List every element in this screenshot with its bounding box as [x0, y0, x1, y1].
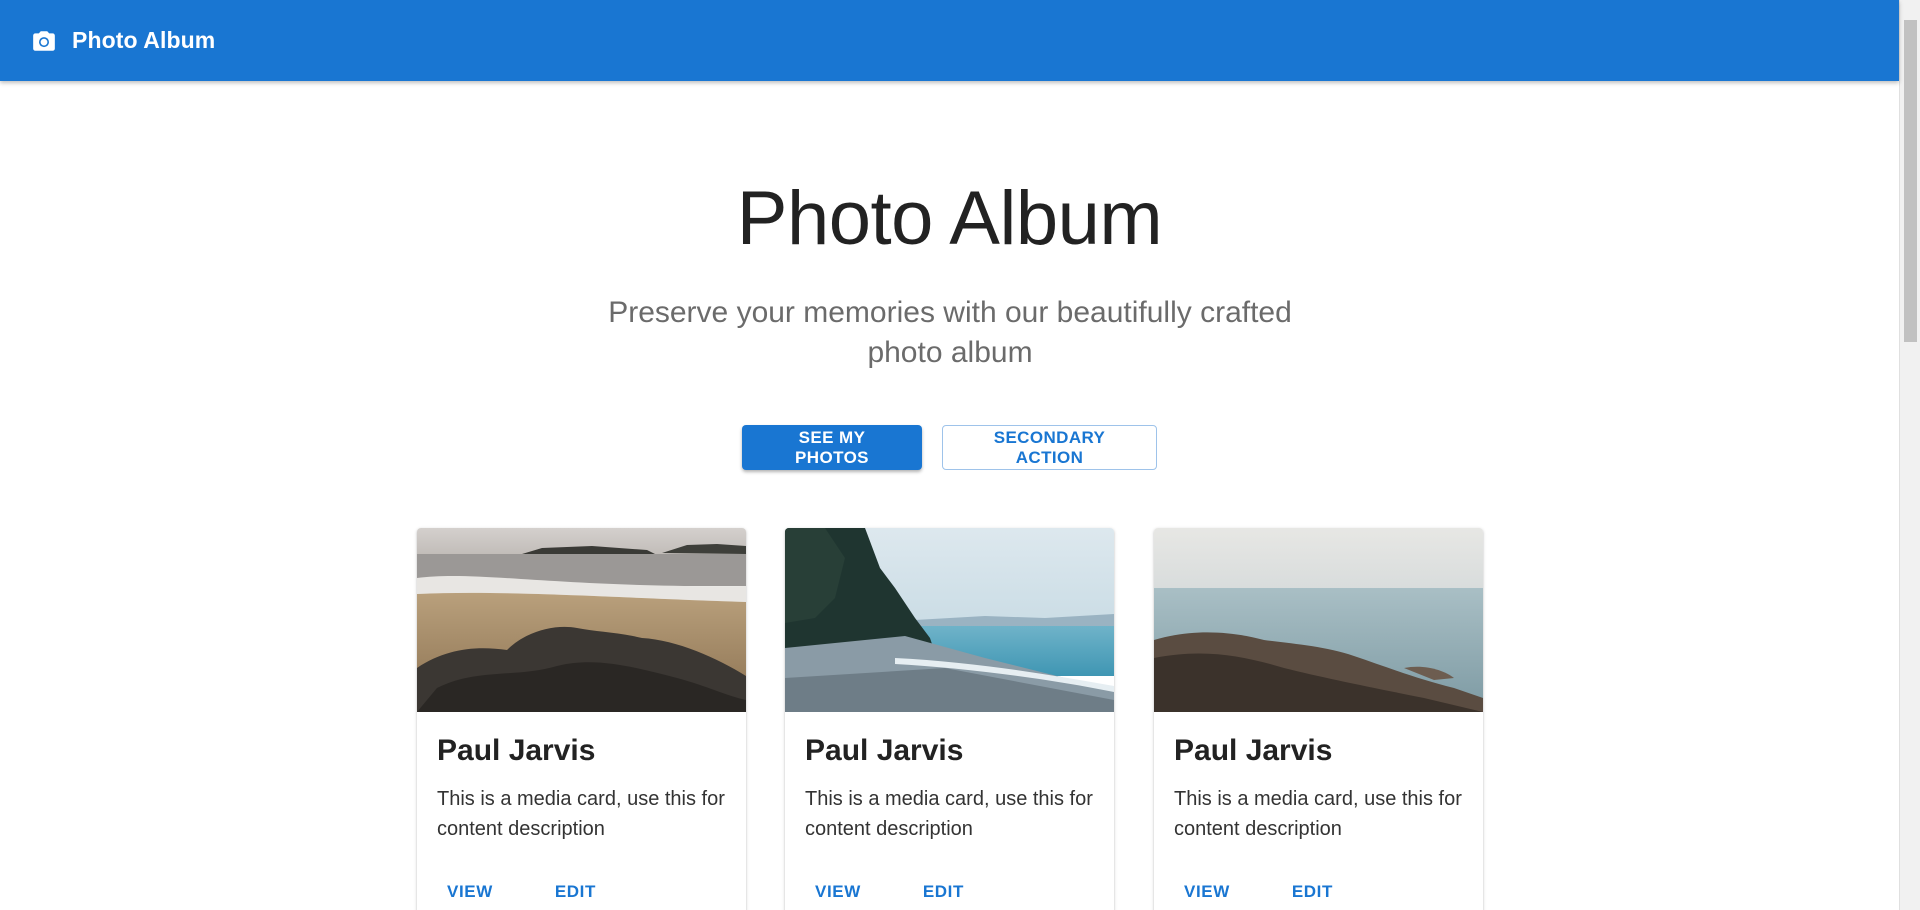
page: Photo Album Photo Album Preserve your me…	[0, 0, 1920, 910]
edit-button[interactable]: EDIT	[545, 882, 606, 902]
card-description: This is a media card, use this for conte…	[805, 788, 1093, 840]
card-actions: VIEW EDIT	[805, 882, 974, 902]
card-description: This is a media card, use this for conte…	[437, 788, 725, 840]
media-card: Paul Jarvis This is a media card, use th…	[417, 528, 746, 910]
view-button[interactable]: VIEW	[1174, 882, 1240, 902]
card-title: Paul Jarvis	[1174, 734, 1333, 767]
hero-title: Photo Album	[736, 176, 1163, 261]
edit-button[interactable]: EDIT	[913, 882, 974, 902]
card-title: Paul Jarvis	[805, 734, 964, 767]
vertical-scrollbar[interactable]	[1899, 0, 1920, 910]
secondary-action-button[interactable]: SECONDARY ACTION	[942, 425, 1157, 470]
card-media-image	[1154, 528, 1483, 712]
media-card: Paul Jarvis This is a media card, use th…	[785, 528, 1114, 910]
card-actions: VIEW EDIT	[437, 882, 606, 902]
card-title: Paul Jarvis	[437, 734, 596, 767]
app-title: Photo Album	[72, 27, 216, 53]
view-button[interactable]: VIEW	[805, 882, 871, 902]
card-media-image	[785, 528, 1114, 712]
app-bar: Photo Album	[0, 0, 1899, 81]
hero-buttons: SEE MY PHOTOS SECONDARY ACTION	[0, 425, 1899, 470]
scrollbar-thumb[interactable]	[1904, 20, 1917, 342]
see-my-photos-button[interactable]: SEE MY PHOTOS	[742, 425, 922, 470]
hero-subtitle: Preserve your memories with our beautifu…	[608, 296, 1292, 369]
view-button[interactable]: VIEW	[437, 882, 503, 902]
edit-button[interactable]: EDIT	[1282, 882, 1343, 902]
card-media-image	[417, 528, 746, 712]
media-card: Paul Jarvis This is a media card, use th…	[1154, 528, 1483, 910]
camera-icon	[31, 28, 57, 54]
card-actions: VIEW EDIT	[1174, 882, 1343, 902]
card-description: This is a media card, use this for conte…	[1174, 788, 1462, 840]
